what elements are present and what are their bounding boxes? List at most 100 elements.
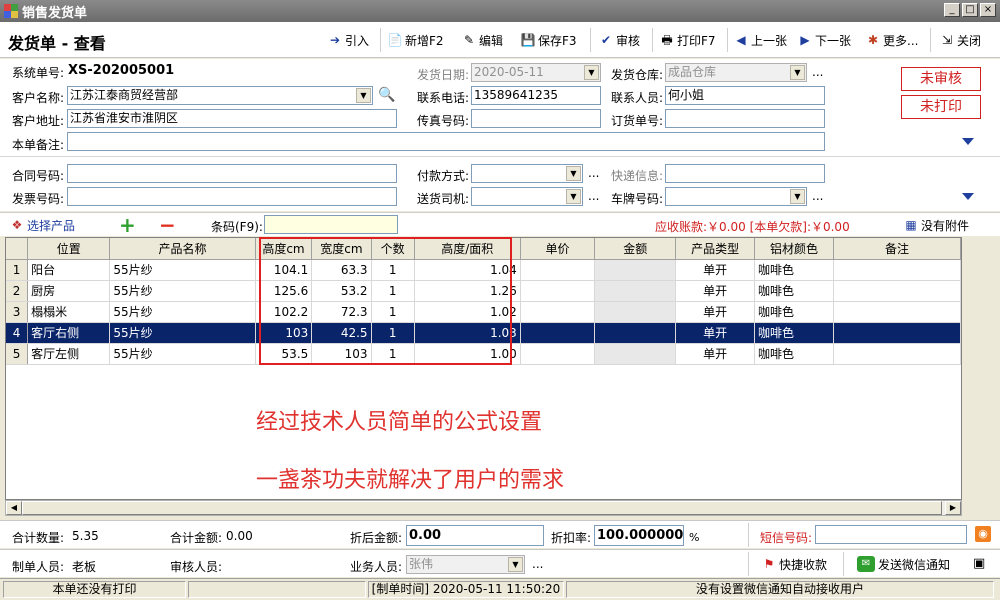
table-cell[interactable] [520, 322, 596, 344]
table-cell[interactable] [594, 259, 677, 281]
expand-arrow-icon[interactable] [962, 193, 974, 200]
contract-field[interactable] [67, 164, 397, 183]
payment-more-button[interactable]: ... [588, 166, 599, 180]
product-type-header[interactable]: 产品类型 [675, 238, 755, 260]
select-product-button[interactable]: ❖ 选择产品 [10, 216, 75, 234]
area-header[interactable]: 高度/面积 [414, 238, 521, 260]
table-cell[interactable] [520, 343, 596, 365]
table-cell[interactable] [833, 259, 961, 281]
order-no-field[interactable] [665, 109, 825, 128]
date-field[interactable]: 2020-05-11 ▼ [471, 63, 601, 82]
count-header[interactable]: 个数 [371, 238, 415, 260]
table-cell[interactable]: 55片纱 [109, 259, 256, 281]
table-cell[interactable]: 1 [371, 301, 415, 323]
contact-field[interactable]: 何小姐 [665, 86, 825, 105]
table-cell[interactable]: 42.5 [311, 322, 372, 344]
table-cell[interactable]: 单开 [675, 301, 755, 323]
edit-button[interactable]: ✎ 编辑 [462, 31, 503, 49]
table-cell[interactable]: 单开 [675, 343, 755, 365]
table-cell[interactable]: 厨房 [27, 280, 111, 302]
table-cell[interactable]: 咖啡色 [754, 301, 835, 323]
warehouse-select[interactable]: 成品仓库 ▼ [665, 63, 807, 82]
table-cell[interactable]: 1 [6, 259, 29, 281]
table-cell[interactable]: 5 [6, 343, 29, 365]
settings-icon[interactable]: ▣ [973, 556, 985, 571]
scroll-thumb[interactable] [22, 501, 942, 515]
chevron-down-icon[interactable]: ▼ [790, 65, 805, 80]
chevron-down-icon[interactable]: ▼ [566, 166, 581, 181]
customer-lookup-icon[interactable]: 🔍 [378, 87, 395, 103]
height-header[interactable]: 高度cm [255, 238, 313, 260]
remark-header[interactable]: 备注 [833, 238, 961, 260]
salesman-select[interactable]: 张伟 ▼ [406, 555, 525, 574]
chevron-down-icon[interactable]: ▼ [508, 557, 523, 572]
fax-field[interactable] [471, 109, 601, 128]
express-field[interactable] [665, 164, 825, 183]
wechat-notify-button[interactable]: ✉ 发送微信通知 [857, 555, 950, 573]
close-window-button[interactable]: × [980, 3, 996, 17]
table-cell[interactable]: 53.5 [255, 343, 313, 365]
table-cell[interactable]: 3 [6, 301, 29, 323]
table-cell[interactable]: 102.2 [255, 301, 313, 323]
plate-more-button[interactable]: ... [812, 189, 823, 203]
phone-field[interactable]: 13589641235 [471, 86, 601, 105]
table-cell[interactable]: 1.00 [414, 343, 521, 365]
remove-row-icon[interactable]: − [159, 213, 176, 237]
next-button[interactable]: ▶ 下一张 [798, 31, 851, 49]
invoice-field[interactable] [67, 187, 397, 206]
salesman-more-button[interactable]: ... [532, 557, 543, 571]
driver-more-button[interactable]: ... [588, 189, 599, 203]
table-cell[interactable]: 1 [371, 322, 415, 344]
table-cell[interactable] [594, 343, 677, 365]
address-field[interactable]: 江苏省淮安市淮阴区 [67, 109, 397, 128]
table-cell[interactable]: 1 [371, 259, 415, 281]
remark-field[interactable] [67, 132, 825, 151]
discount-amount-field[interactable]: 0.00 [406, 525, 544, 546]
table-cell[interactable]: 客厅右侧 [27, 322, 111, 344]
warehouse-more-button[interactable]: ... [812, 65, 823, 79]
print-button[interactable]: 🖶 打印F7 [660, 31, 715, 49]
more-button[interactable]: ✱ 更多... [866, 31, 918, 49]
table-cell[interactable] [594, 322, 677, 344]
discount-rate-field[interactable]: 100.000000 [594, 525, 684, 546]
table-cell[interactable] [833, 301, 961, 323]
table-cell[interactable]: 单开 [675, 280, 755, 302]
table-cell[interactable]: 2 [6, 280, 29, 302]
table-row[interactable]: 3 榻榻米 55片纱 102.2 72.3 1 1.02 单开 咖啡色 [6, 301, 961, 323]
scroll-right-icon[interactable]: ▶ [945, 501, 961, 515]
table-cell[interactable]: 1.03 [414, 322, 521, 344]
table-row[interactable]: 5 客厅左侧 55片纱 53.5 103 1 1.00 单开 咖啡色 [6, 343, 961, 365]
chevron-down-icon[interactable]: ▼ [566, 189, 581, 204]
maximize-button[interactable]: □ [962, 3, 978, 17]
table-cell[interactable]: 1 [371, 343, 415, 365]
position-header[interactable]: 位置 [27, 238, 111, 260]
table-cell[interactable]: 客厅左侧 [27, 343, 111, 365]
table-cell[interactable]: 1 [371, 280, 415, 302]
table-cell[interactable] [594, 301, 677, 323]
audit-button[interactable]: ✔ 审核 [599, 31, 640, 49]
table-cell[interactable]: 4 [6, 322, 29, 344]
product-name-header[interactable]: 产品名称 [109, 238, 256, 260]
table-cell[interactable]: 103 [255, 322, 313, 344]
prev-button[interactable]: ◀ 上一张 [734, 31, 787, 49]
table-cell[interactable]: 103 [311, 343, 372, 365]
table-row[interactable]: 4 客厅右侧 55片纱 103 42.5 1 1.03 单开 咖啡色 [6, 322, 961, 344]
chevron-down-icon[interactable]: ▼ [356, 88, 371, 103]
horizontal-scrollbar[interactable]: ◀ ▶ [5, 500, 962, 516]
table-cell[interactable]: 1.26 [414, 280, 521, 302]
table-cell[interactable]: 104.1 [255, 259, 313, 281]
table-cell[interactable]: 阳台 [27, 259, 111, 281]
table-cell[interactable]: 1.04 [414, 259, 521, 281]
table-cell[interactable]: 单开 [675, 322, 755, 344]
table-cell[interactable]: 55片纱 [109, 322, 256, 344]
table-cell[interactable]: 72.3 [311, 301, 372, 323]
table-cell[interactable] [833, 322, 961, 344]
table-cell[interactable]: 咖啡色 [754, 259, 835, 281]
chevron-down-icon[interactable]: ▼ [790, 189, 805, 204]
rss-icon[interactable]: ◉ [975, 526, 991, 542]
table-cell[interactable]: 55片纱 [109, 280, 256, 302]
table-cell[interactable]: 榻榻米 [27, 301, 111, 323]
table-cell[interactable] [594, 280, 677, 302]
attachments-button[interactable]: ▦ 没有附件 [904, 216, 969, 234]
price-header[interactable]: 单价 [520, 238, 596, 260]
